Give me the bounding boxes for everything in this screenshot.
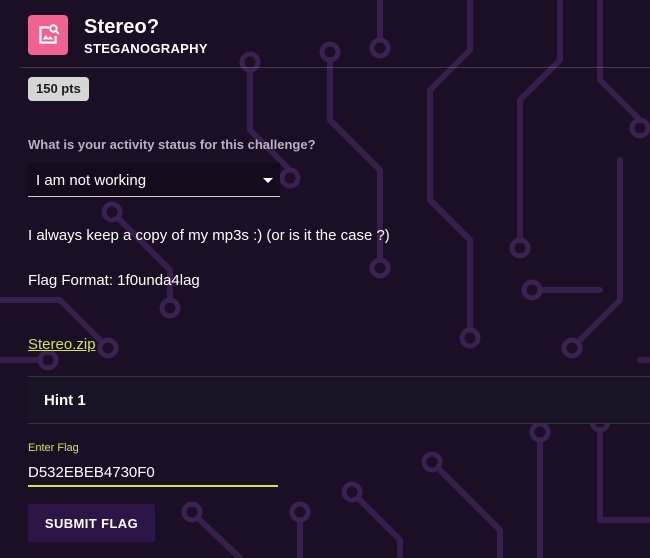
image-search-icon bbox=[28, 15, 68, 55]
challenge-panel: Stereo? STEGANOGRAPHY 150 pts What is yo… bbox=[0, 0, 650, 558]
dropdown-arrow-icon bbox=[263, 178, 273, 183]
flag-input[interactable] bbox=[28, 459, 278, 487]
status-question-label: What is your activity status for this ch… bbox=[28, 137, 316, 152]
flag-input-label: Enter Flag bbox=[28, 442, 79, 454]
challenge-description: I always keep a copy of my mp3s :) (or i… bbox=[28, 227, 390, 244]
header-divider bbox=[20, 67, 650, 68]
hint-panel[interactable]: Hint 1 bbox=[28, 376, 650, 424]
challenge-title: Stereo? bbox=[84, 16, 160, 38]
flag-format-text: Flag Format: 1f0unda4lag bbox=[28, 272, 200, 289]
hint-title: Hint 1 bbox=[44, 392, 86, 409]
points-badge: 150 pts bbox=[28, 77, 89, 101]
challenge-category: STEGANOGRAPHY bbox=[84, 41, 208, 56]
activity-status-value: I am not working bbox=[36, 172, 147, 189]
submit-flag-button[interactable]: SUBMIT FLAG bbox=[28, 504, 155, 542]
attachment-link[interactable]: Stereo.zip bbox=[28, 336, 96, 353]
activity-status-select[interactable]: I am not working bbox=[28, 163, 280, 197]
